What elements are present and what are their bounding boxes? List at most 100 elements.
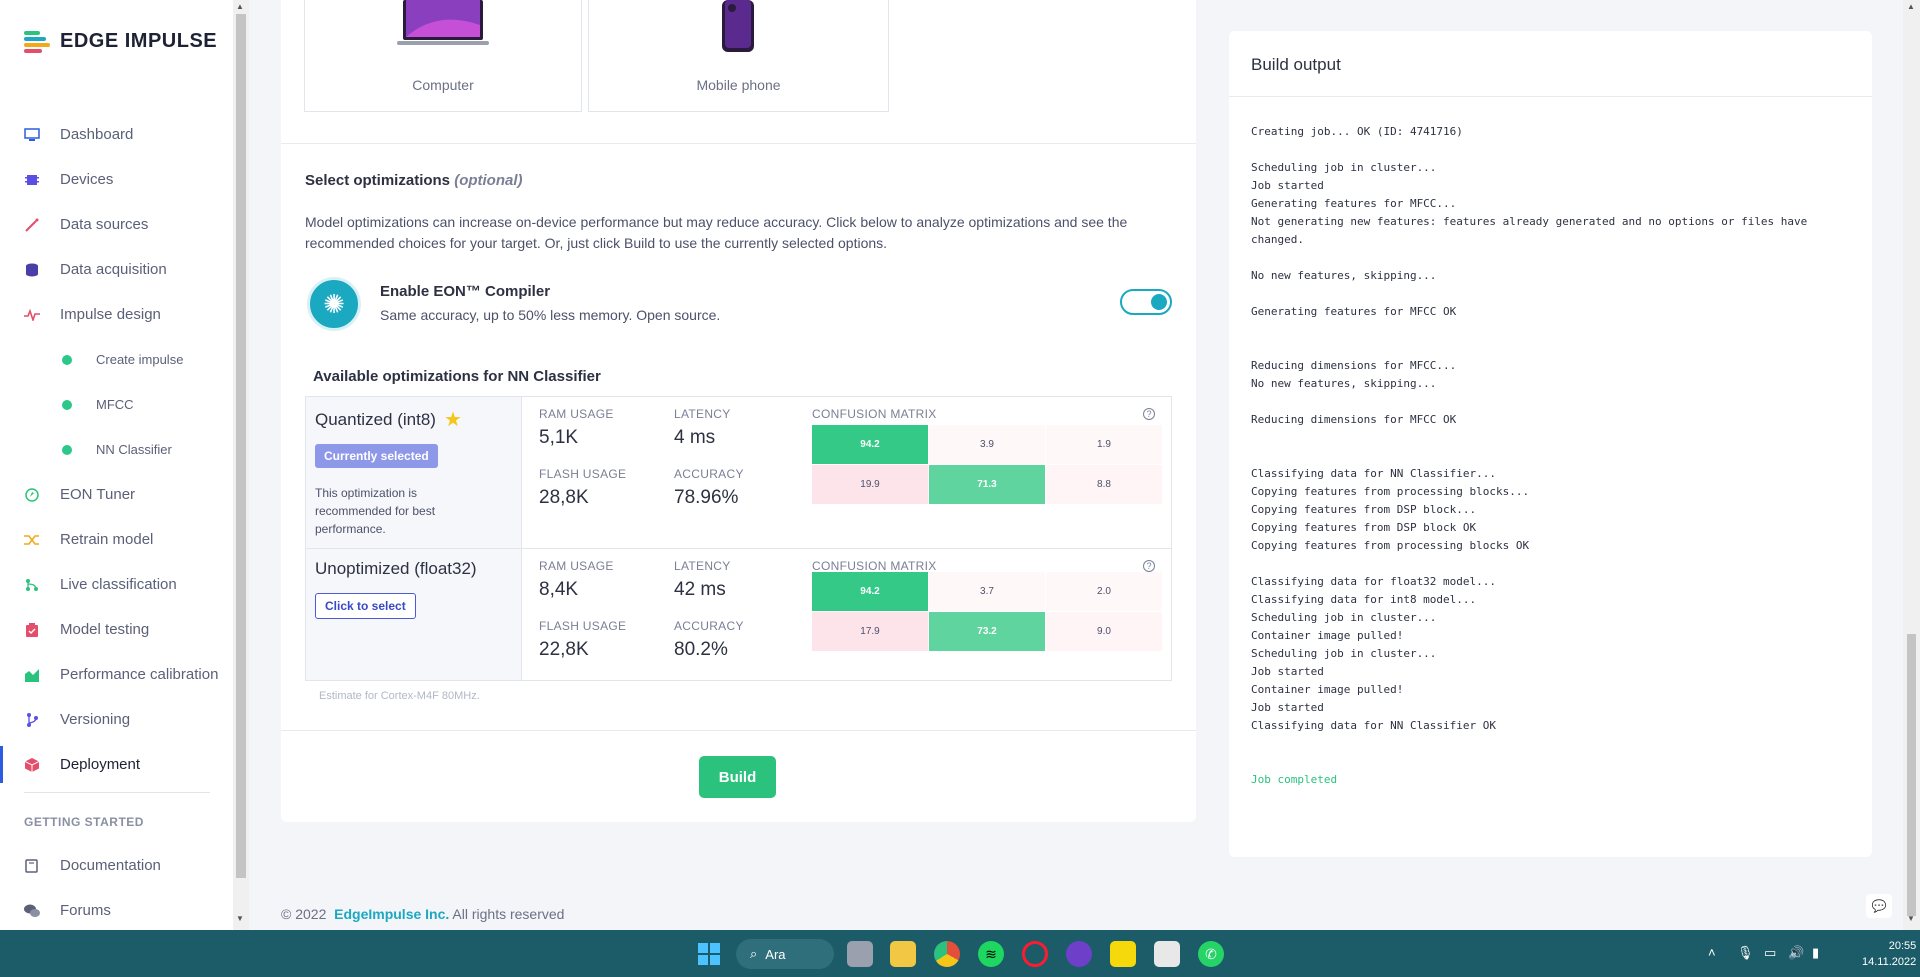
sidebar-item-documentation[interactable]: Documentation xyxy=(0,843,233,888)
click-to-select-button[interactable]: Click to select xyxy=(315,593,416,619)
estimate-note: Estimate for Cortex-M4F 80MHz. xyxy=(319,690,480,702)
scroll-up-arrow-icon[interactable]: ▲ xyxy=(236,2,244,11)
sidebar-item-nn-classifier[interactable]: NN Classifier xyxy=(0,427,233,472)
sidebar-item-retrain-model[interactable]: Retrain model xyxy=(0,517,233,562)
device-card-computer[interactable]: Computer xyxy=(304,0,582,112)
windows-start-icon[interactable] xyxy=(696,941,722,967)
device-card-mobile-phone[interactable]: Mobile phone xyxy=(588,0,889,112)
tray-chevron-up-icon[interactable]: ˄ xyxy=(1708,945,1716,960)
sidebar-item-label: Live classification xyxy=(60,576,177,593)
task-view-icon[interactable] xyxy=(847,941,873,967)
edge-impulse-logo-icon xyxy=(24,30,52,53)
sidebar-item-label: Create impulse xyxy=(96,352,184,367)
divider xyxy=(281,730,1196,731)
eon-compiler-toggle[interactable] xyxy=(1120,289,1172,315)
build-button[interactable]: Build xyxy=(699,756,776,798)
sidebar-item-performance-calibration[interactable]: Performance calibration xyxy=(0,652,233,697)
battery-icon[interactable]: ▮ xyxy=(1812,945,1819,961)
sidebar-item-label: EON Tuner xyxy=(60,486,136,503)
sidebar-item-data-sources[interactable]: Data sources xyxy=(0,202,233,247)
metric-label: FLASH USAGE xyxy=(539,619,627,633)
scroll-up-arrow-icon[interactable]: ▲ xyxy=(1907,2,1915,11)
network-icon[interactable]: ▭ xyxy=(1764,945,1776,961)
confusion-matrix-title: CONFUSION MATRIX xyxy=(812,407,937,421)
eon-compiler-icon: ✺ xyxy=(307,277,361,331)
optimization-name: Quantized (int8) ★ xyxy=(315,407,512,432)
star-icon: ★ xyxy=(443,409,462,431)
sidebar-item-label: MFCC xyxy=(96,397,134,412)
metric-label: LATENCY xyxy=(674,407,731,421)
whatsapp-icon[interactable]: ✆ xyxy=(1198,941,1224,967)
sidebar-item-impulse-design[interactable]: Impulse design xyxy=(0,292,233,337)
flash-usage-metric: FLASH USAGE 22,8K xyxy=(539,619,626,661)
sidebar-item-live-classification[interactable]: Live classification xyxy=(0,562,233,607)
feedback-chat-icon[interactable]: 💬 xyxy=(1866,894,1892,918)
sidebar-section-title: GETTING STARTED xyxy=(24,815,144,829)
matrix-cell: 71.3 xyxy=(929,465,1046,505)
sidebar-item-label: Data acquisition xyxy=(60,261,167,278)
shuffle-icon xyxy=(24,532,40,548)
scroll-down-arrow-icon[interactable]: ▼ xyxy=(236,914,244,923)
page-scrollbar[interactable]: ▲ ▼ xyxy=(1903,0,1920,930)
taskbar-search[interactable]: ⌕ Ara xyxy=(736,939,834,969)
sidebar-item-devices[interactable]: Devices xyxy=(0,157,233,202)
optimization-row-float32[interactable]: Unoptimized (float32) Click to select RA… xyxy=(306,548,1171,680)
confusion-matrix: 94.2 3.7 2.0 17.9 73.2 9.0 xyxy=(812,572,1163,652)
sidebar-item-model-testing[interactable]: Model testing xyxy=(0,607,233,652)
sidebar-item-label: Retrain model xyxy=(60,531,154,548)
volume-icon[interactable]: 🔊 xyxy=(1788,945,1804,961)
build-output-title: Build output xyxy=(1229,31,1872,97)
sticky-notes-icon[interactable] xyxy=(1110,941,1136,967)
sidebar-nav: Dashboard Devices Data sources Data acqu… xyxy=(0,112,233,787)
matrix-cell: 94.2 xyxy=(812,425,929,465)
confusion-matrix-title: CONFUSION MATRIX xyxy=(812,559,937,573)
help-icon[interactable]: ? xyxy=(1143,560,1155,572)
file-explorer-icon[interactable] xyxy=(890,941,916,967)
sidebar-item-forums[interactable]: Forums xyxy=(0,888,233,933)
sidebar-item-versioning[interactable]: Versioning xyxy=(0,697,233,742)
tree-icon xyxy=(24,577,40,593)
clock[interactable]: 20:55 14.11.2022 xyxy=(1862,938,1916,970)
log-lines: Creating job... OK (ID: 4741716) Schedul… xyxy=(1251,125,1808,732)
snipping-tool-icon[interactable] xyxy=(1154,941,1180,967)
company-link[interactable]: EdgeImpulse Inc. xyxy=(334,906,449,922)
rights-text: All rights reserved xyxy=(452,906,565,922)
pulse-icon xyxy=(24,307,40,323)
sidebar-item-deployment[interactable]: Deployment xyxy=(0,742,233,787)
metric-label: FLASH USAGE xyxy=(539,467,627,481)
sidebar-item-mfcc[interactable]: MFCC xyxy=(0,382,233,427)
metric-label: LATENCY xyxy=(674,559,731,573)
github-icon[interactable] xyxy=(1066,941,1092,967)
chrome-icon[interactable] xyxy=(934,941,960,967)
matrix-cell: 3.9 xyxy=(929,425,1046,465)
ram-usage-metric: RAM USAGE 5,1K xyxy=(539,407,614,449)
accuracy-metric: ACCURACY 80.2% xyxy=(674,619,744,661)
clock-date: 14.11.2022 xyxy=(1862,956,1917,968)
chart-icon xyxy=(24,667,40,683)
device-label: Computer xyxy=(412,77,474,93)
latency-metric: LATENCY 42 ms xyxy=(674,559,731,601)
sidebar-item-create-impulse[interactable]: Create impulse xyxy=(0,337,233,382)
chip-icon xyxy=(24,172,40,188)
sidebar-scrollbar[interactable]: ▲ ▼ xyxy=(233,0,249,930)
laptop-icon xyxy=(397,0,489,45)
brand-logo[interactable]: EDGE IMPULSE xyxy=(24,30,217,53)
sidebar-scrollbar-thumb[interactable] xyxy=(236,14,246,878)
page-scrollbar-thumb[interactable] xyxy=(1907,634,1916,916)
help-icon[interactable]: ? xyxy=(1143,408,1155,420)
sidebar: EDGE IMPULSE Dashboard Devices Data sour… xyxy=(0,0,233,930)
matrix-cell: 8.8 xyxy=(1046,465,1163,505)
scroll-down-arrow-icon[interactable]: ▼ xyxy=(1907,914,1915,923)
optimization-row-int8[interactable]: Quantized (int8) ★ Currently selected Th… xyxy=(306,397,1171,548)
sidebar-item-data-acquisition[interactable]: Data acquisition xyxy=(0,247,233,292)
sidebar-item-dashboard[interactable]: Dashboard xyxy=(0,112,233,157)
microphone-icon[interactable]: 🎙 xyxy=(1737,945,1754,961)
spotify-icon[interactable]: ≋ xyxy=(978,941,1004,967)
metric-label: ACCURACY xyxy=(674,619,744,633)
opera-icon[interactable] xyxy=(1022,941,1048,967)
build-output-panel: Build output Creating job... OK (ID: 474… xyxy=(1229,31,1872,857)
optimizations-table: Quantized (int8) ★ Currently selected Th… xyxy=(305,396,1172,681)
optional-label: (optional) xyxy=(454,172,523,189)
sidebar-item-eon-tuner[interactable]: EON Tuner xyxy=(0,472,233,517)
matrix-cell: 1.9 xyxy=(1046,425,1163,465)
